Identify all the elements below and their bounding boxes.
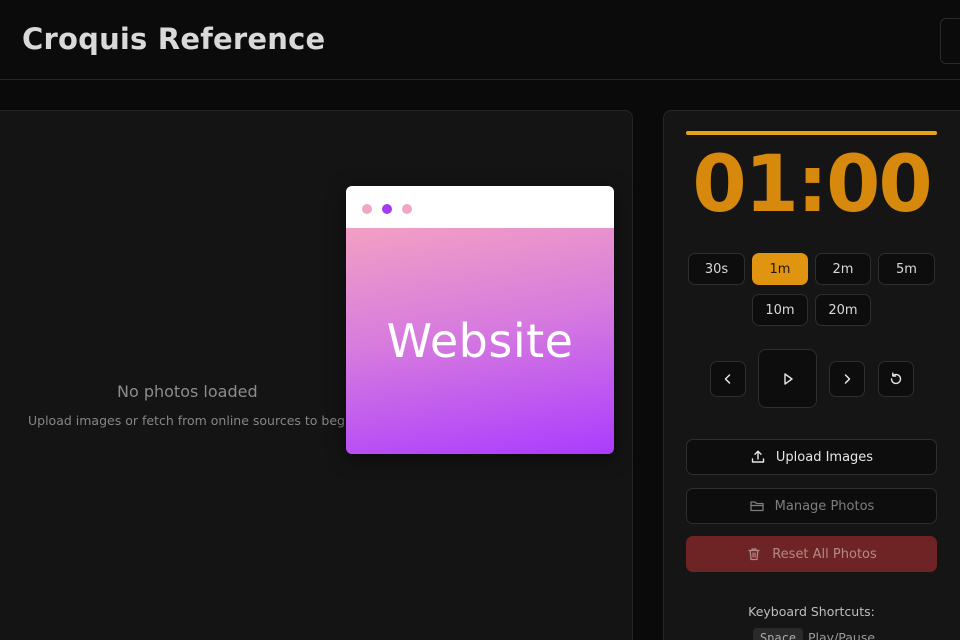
website-preview: Website (346, 228, 614, 454)
app-title: Croquis Reference (22, 22, 326, 56)
upload-icon (750, 449, 766, 465)
duration-30s-button[interactable]: 30s (688, 253, 745, 285)
window-dot (382, 204, 392, 214)
manage-photos-label: Manage Photos (774, 498, 875, 514)
reset-all-photos-button[interactable]: Reset All Photos (686, 536, 937, 572)
next-button[interactable] (829, 361, 865, 397)
window-dot (362, 204, 372, 214)
duration-5m-button[interactable]: 5m (878, 253, 935, 285)
reset-icon (890, 372, 902, 385)
play-pause-button[interactable] (758, 349, 817, 408)
browser-titlebar (346, 186, 614, 228)
folder-icon (749, 498, 765, 514)
header-menu-button[interactable] (940, 18, 960, 64)
timer-progress-bar (686, 131, 937, 135)
trash-icon (746, 546, 762, 562)
duration-1m-button[interactable]: 1m (752, 253, 808, 285)
reset-timer-button[interactable] (878, 361, 914, 397)
manage-photos-button[interactable]: Manage Photos (686, 488, 937, 524)
timer-progress-fill (686, 131, 937, 135)
website-label: Website (386, 314, 574, 368)
app-header: Croquis Reference (0, 0, 960, 80)
shortcut-description: Play/Pause (808, 630, 876, 640)
duration-10m-button[interactable]: 10m (752, 294, 808, 326)
empty-state-subtitle: Upload images or fetch from online sourc… (28, 413, 357, 428)
reset-all-photos-label: Reset All Photos (772, 546, 877, 562)
empty-state-title: No photos loaded (117, 382, 258, 401)
duration-2m-button[interactable]: 2m (815, 253, 871, 285)
timer-display: 01:00 (692, 140, 932, 230)
window-dot (402, 204, 412, 214)
shortcut-key: Space (753, 628, 803, 640)
chevron-right-icon (844, 374, 851, 384)
chevron-left-icon (724, 374, 731, 384)
duration-20m-button[interactable]: 20m (815, 294, 871, 326)
previous-button[interactable] (710, 361, 746, 397)
website-overlay-card[interactable]: Website (346, 186, 614, 454)
upload-images-button[interactable]: Upload Images (686, 439, 937, 475)
play-icon (783, 372, 793, 385)
keyboard-shortcuts-title: Keyboard Shortcuts: (748, 604, 875, 619)
upload-images-label: Upload Images (775, 449, 874, 465)
